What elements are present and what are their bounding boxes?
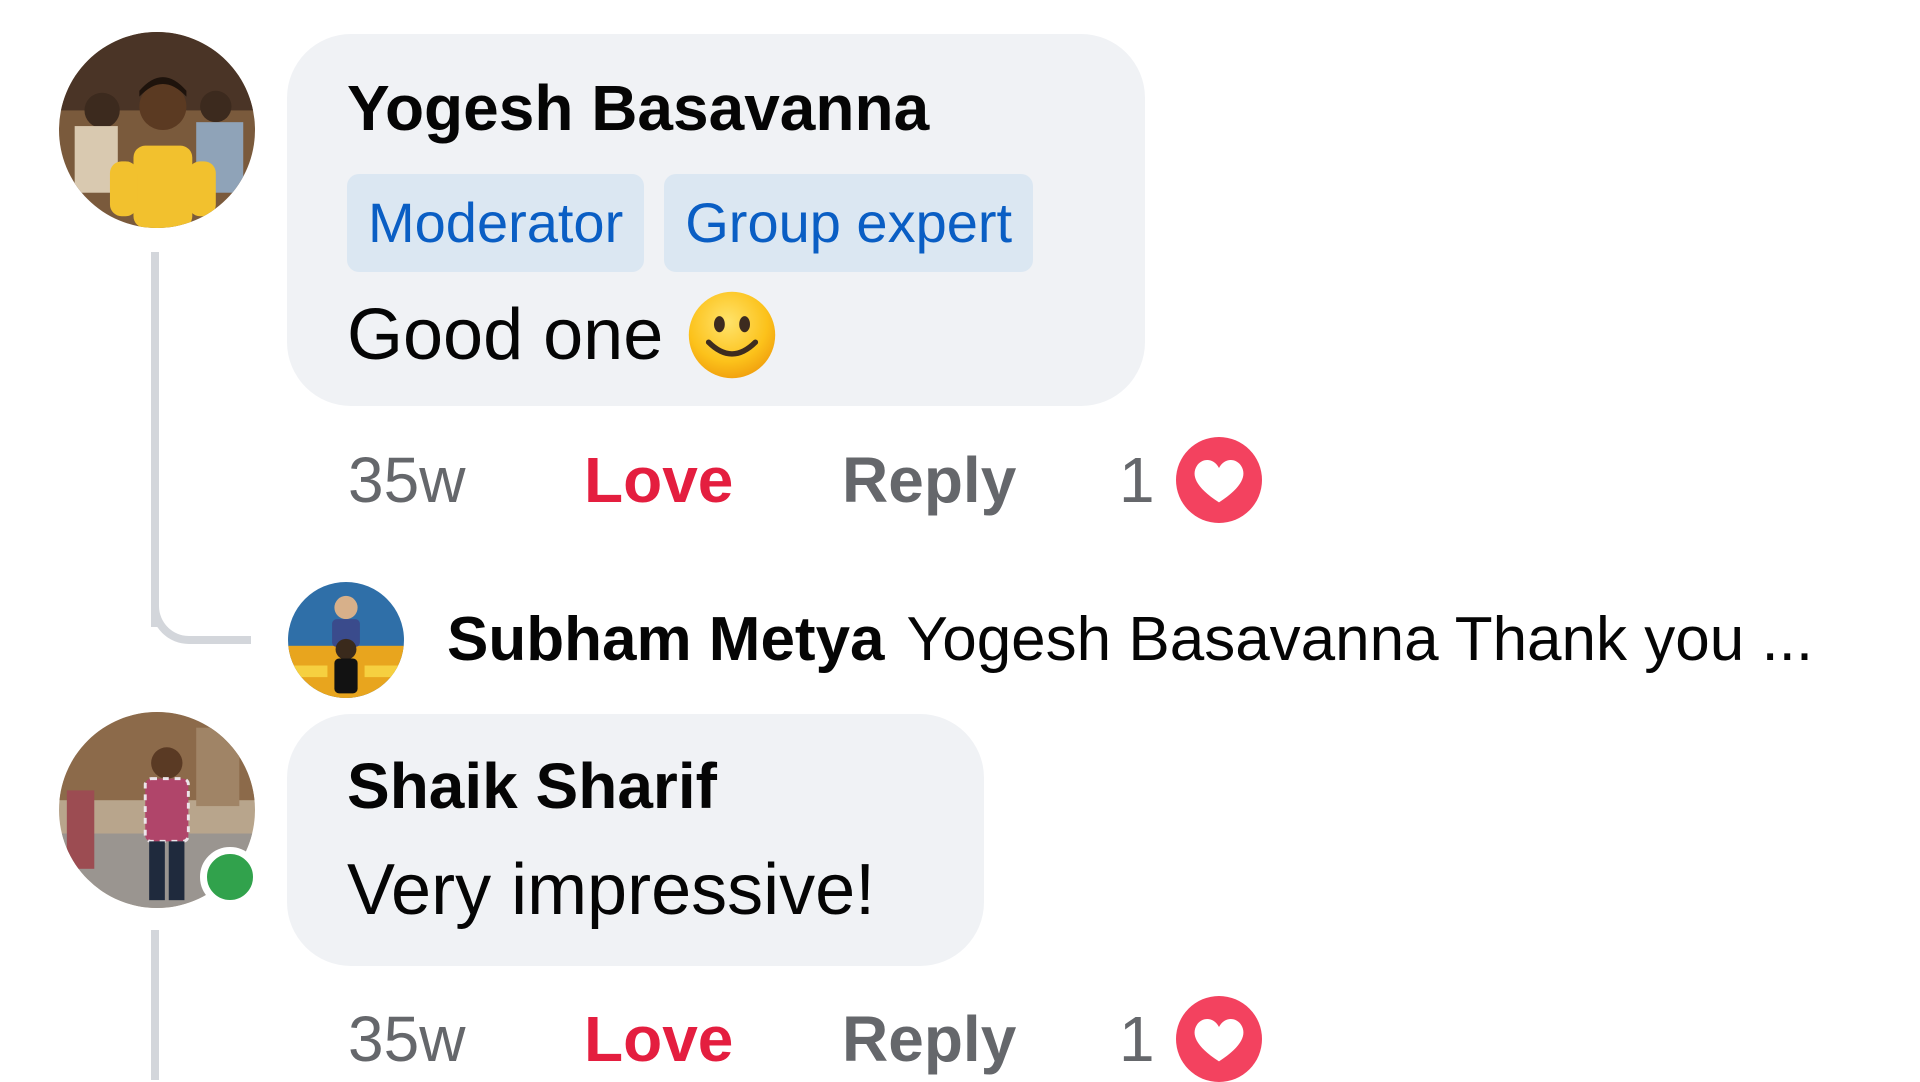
reaction-count[interactable]: 1 bbox=[1119, 999, 1155, 1079]
reply-button[interactable]: Reply bbox=[842, 999, 1016, 1079]
comment-bubble: Shaik Sharif Very impressive! bbox=[287, 714, 984, 966]
love-button[interactable]: Love bbox=[584, 440, 733, 520]
reply-text: Yogesh Basavanna Thank you ... bbox=[906, 605, 1814, 674]
heart-icon[interactable] bbox=[1176, 437, 1262, 523]
reply-button[interactable]: Reply bbox=[842, 440, 1016, 520]
comment-text-row: Good one bbox=[347, 290, 777, 380]
avatar-photo bbox=[288, 582, 404, 698]
author-badges: Moderator Group expert bbox=[347, 174, 1034, 272]
comment-timestamp[interactable]: 35w bbox=[348, 440, 465, 520]
smiling-face-emoji-icon bbox=[687, 290, 777, 380]
group-expert-badge[interactable]: Group expert bbox=[664, 174, 1034, 272]
comment-author[interactable]: Shaik Sharif bbox=[347, 754, 717, 818]
heart-icon[interactable] bbox=[1176, 996, 1262, 1082]
avatar-photo bbox=[59, 32, 255, 228]
comment-text: Good one bbox=[347, 295, 664, 375]
reply-avatar[interactable] bbox=[288, 582, 404, 698]
reply-thread-connector bbox=[151, 560, 251, 644]
comment-text: Very impressive! bbox=[347, 850, 876, 930]
comment-timestamp[interactable]: 35w bbox=[348, 999, 465, 1079]
thread-line bbox=[151, 930, 159, 1080]
online-status-indicator bbox=[200, 847, 260, 907]
comment-text-row: Very impressive! bbox=[347, 854, 875, 926]
comment-author[interactable]: Yogesh Basavanna bbox=[347, 76, 929, 140]
moderator-badge[interactable]: Moderator bbox=[347, 174, 645, 272]
reaction-count[interactable]: 1 bbox=[1119, 440, 1155, 520]
reply-preview[interactable]: Subham Metya Yogesh Basavanna Thank you .… bbox=[447, 605, 1813, 675]
avatar[interactable] bbox=[59, 32, 255, 228]
comment-bubble: Yogesh Basavanna Moderator Group expert … bbox=[287, 34, 1145, 406]
love-button[interactable]: Love bbox=[584, 999, 733, 1079]
reply-author[interactable]: Subham Metya bbox=[447, 605, 885, 674]
